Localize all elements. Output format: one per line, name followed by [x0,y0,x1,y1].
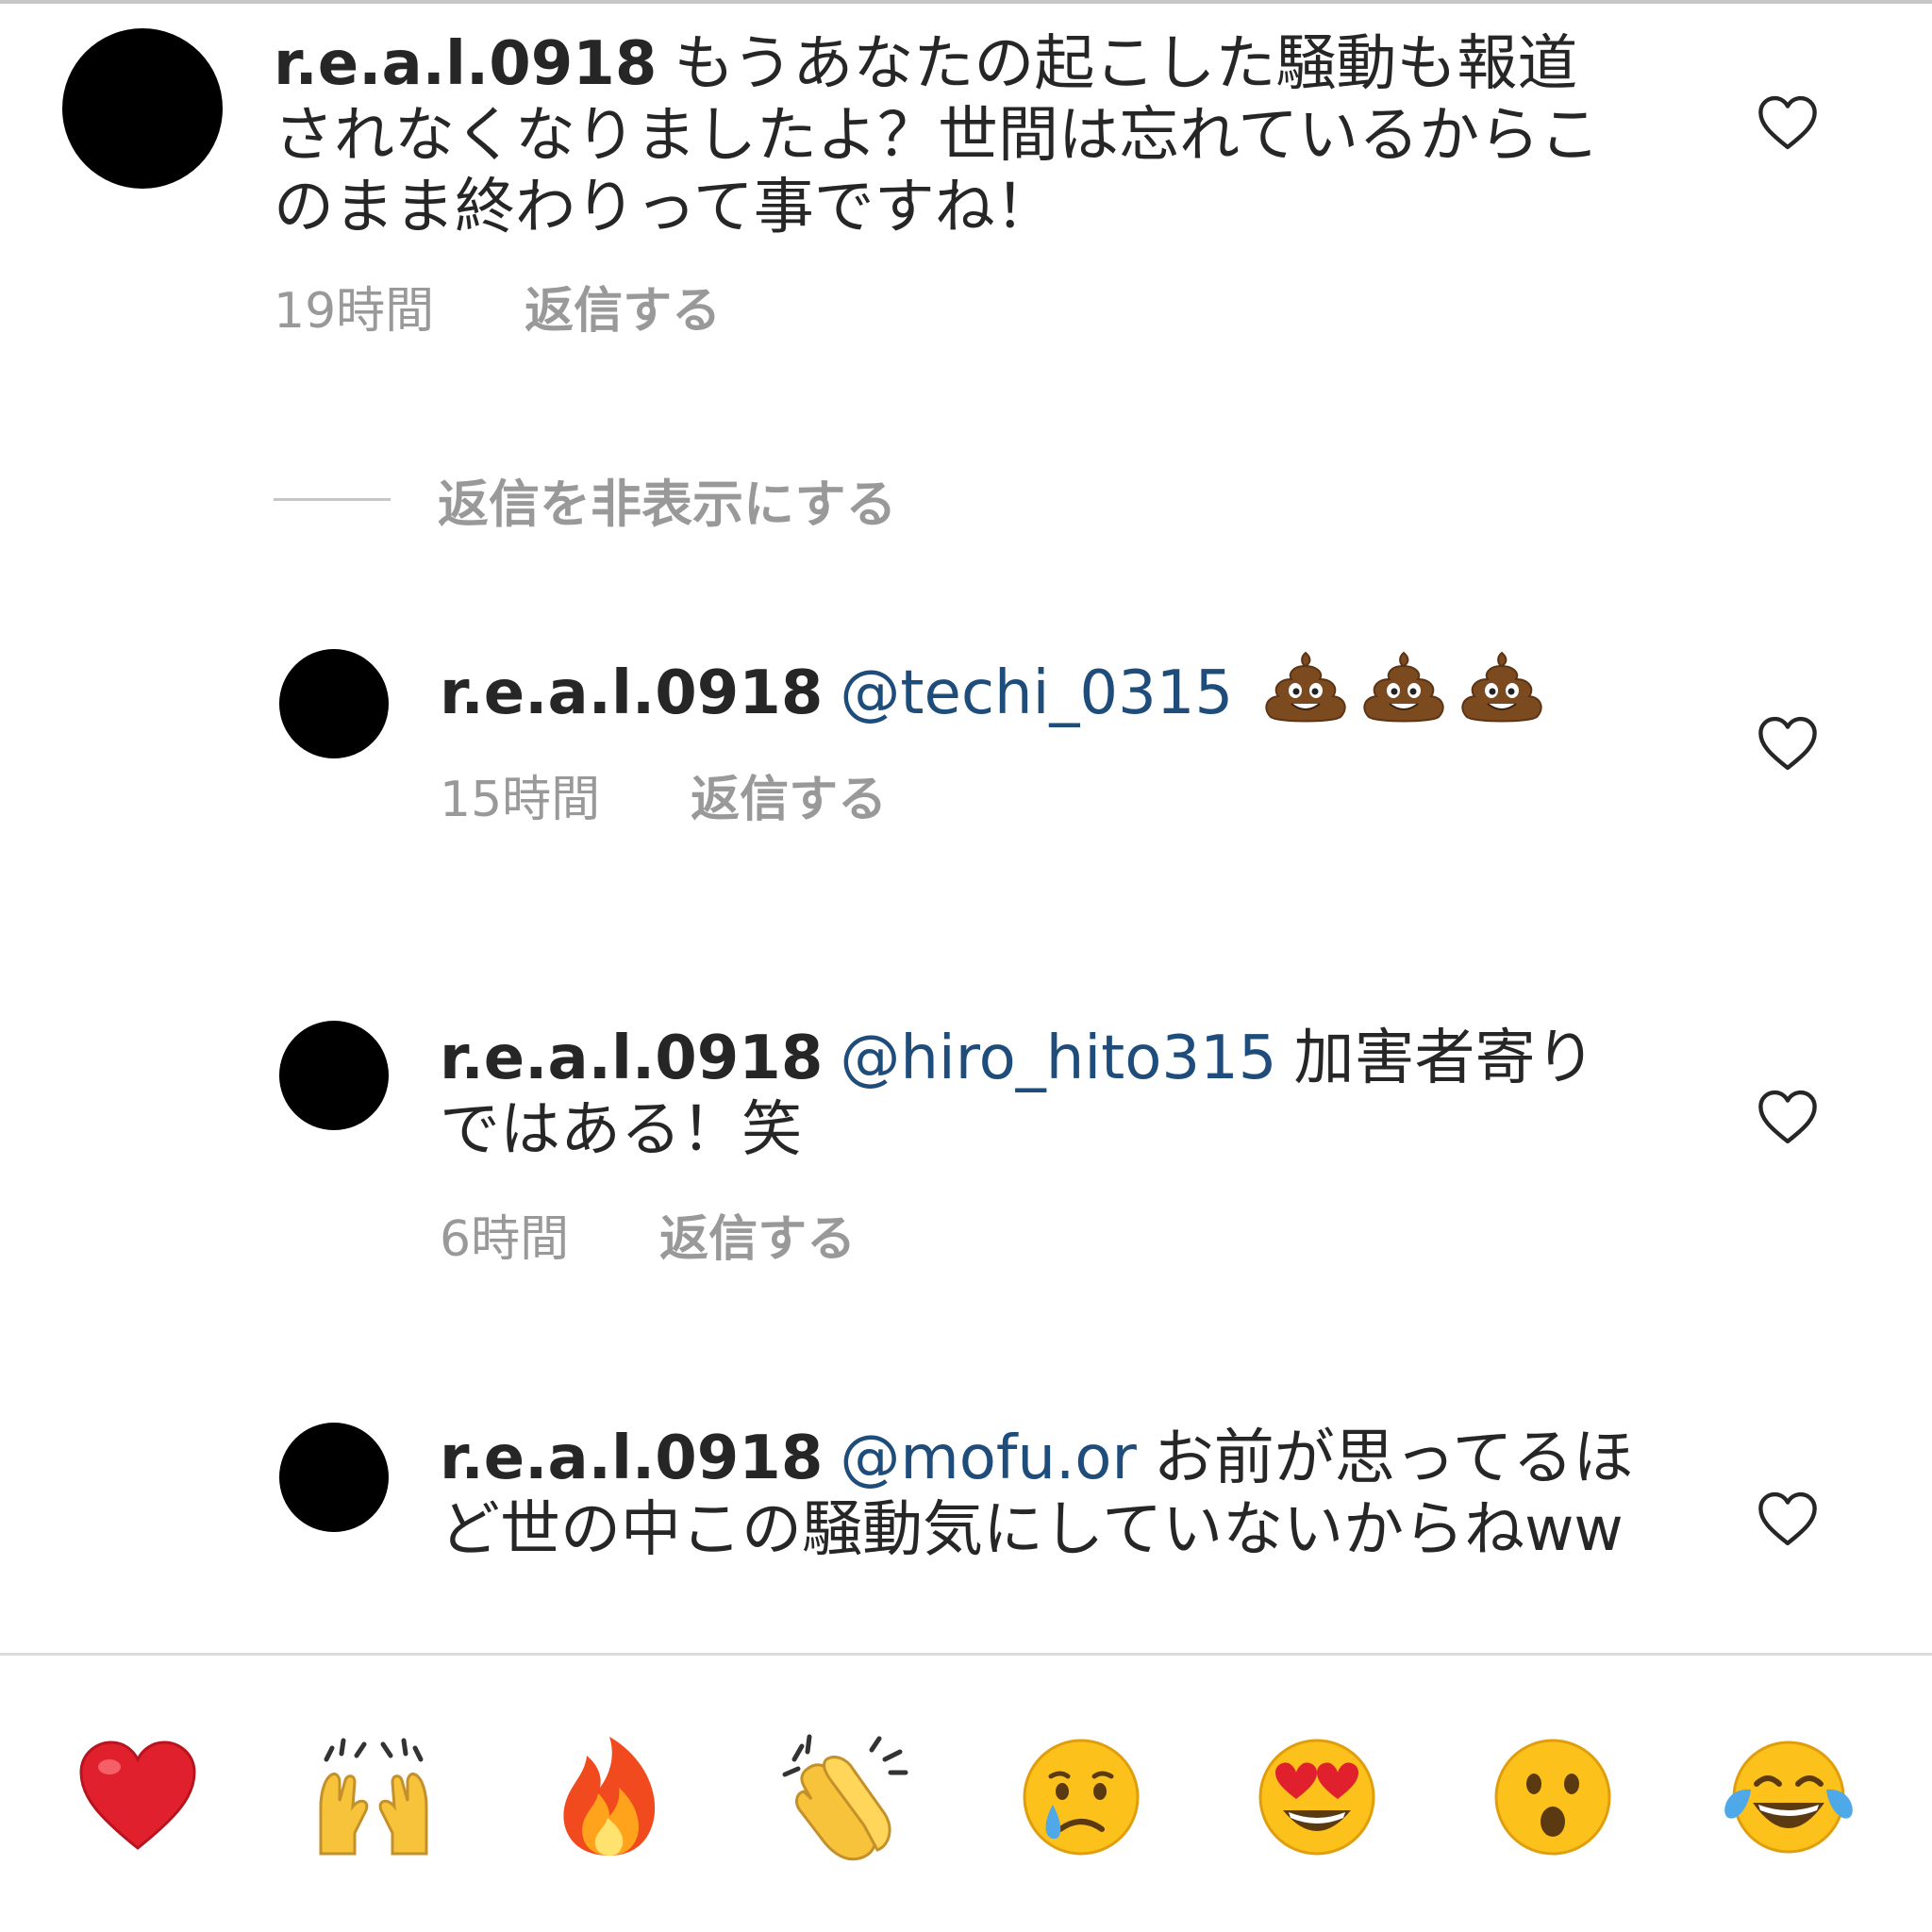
comment-time: 15時間 [440,772,601,828]
like-heart-icon[interactable] [1757,1491,1819,1547]
reply-button[interactable]: 返信する [525,283,721,340]
pile-of-poo-icon [1363,651,1444,723]
comment-time: 19時間 [274,283,435,340]
reply-button[interactable]: 返信する [659,1211,856,1268]
tears-of-joy-face-icon[interactable] [1723,1731,1855,1863]
crying-face-icon[interactable] [1015,1731,1147,1863]
top-divider [0,0,1932,4]
comment-text: r.e.a.l.0918 @techi_0315 [440,649,1666,729]
avatar[interactable] [62,28,223,189]
hide-replies-toggle[interactable]: 返信を非表示にする [274,462,897,537]
hide-replies-line [274,498,391,501]
mention-link[interactable]: @mofu.or [840,1424,1136,1493]
comment-username[interactable]: r.e.a.l.0918 [440,1024,823,1093]
comment-meta: 19時間 返信する [274,283,721,340]
hide-replies-label: 返信を非表示にする [438,475,897,534]
reply-button[interactable]: 返信する [691,772,887,828]
red-heart-icon[interactable] [72,1731,204,1863]
fire-icon[interactable] [543,1731,675,1863]
mention-link[interactable]: @techi_0315 [840,658,1233,728]
raising-hands-icon[interactable] [308,1731,440,1863]
comment-username[interactable]: r.e.a.l.0918 [440,1424,823,1493]
comment-meta: 6時間 返信する [440,1211,856,1268]
comment-text: r.e.a.l.0918 @hiro_hito315 加害者寄りではある！笑 [440,1023,1628,1166]
pile-of-poo-icon [1461,651,1542,723]
comment-meta: 15時間 返信する [440,772,887,828]
avatar[interactable] [279,1021,389,1130]
comment-username[interactable]: r.e.a.l.0918 [440,658,823,728]
pile-of-poo-icon [1265,651,1346,723]
comment-text: r.e.a.l.0918 もうあなたの起こした騒動も報道されなくなりましたよ？世間… [274,28,1613,243]
quick-reaction-bar [0,1653,1932,1932]
clapping-hands-icon[interactable] [779,1731,911,1863]
mention-link[interactable]: @hiro_hito315 [840,1024,1276,1093]
avatar[interactable] [279,649,389,758]
comment-text: r.e.a.l.0918 @mofu.or お前が思ってるほど世の中この騒動気にして… [440,1423,1657,1566]
like-heart-icon[interactable] [1757,1089,1819,1145]
comment-username[interactable]: r.e.a.l.0918 [274,29,657,99]
avatar[interactable] [279,1423,389,1532]
surprised-face-icon[interactable] [1487,1731,1619,1863]
heart-eyes-face-icon[interactable] [1251,1731,1383,1863]
like-heart-icon[interactable] [1757,715,1819,772]
comment-time: 6時間 [440,1211,570,1268]
like-heart-icon[interactable] [1757,94,1819,151]
